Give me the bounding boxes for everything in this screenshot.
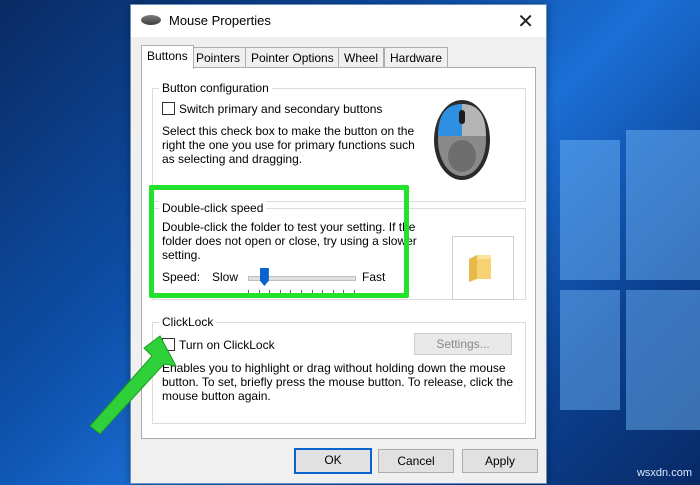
green-arrow-icon <box>89 335 177 435</box>
apply-button[interactable]: Apply <box>462 449 538 473</box>
group-title: Button configuration <box>159 81 272 95</box>
slider-tick <box>343 290 345 294</box>
desc-line: Select this check box to make the button… <box>162 124 415 138</box>
fast-label: Fast <box>362 270 386 284</box>
slider-tick <box>301 290 302 294</box>
desc-line: as selecting and dragging. <box>162 152 303 166</box>
title-bar: Mouse Properties ✕ <box>131 5 546 37</box>
desc-line: Enables you to highlight or drag without… <box>162 361 506 375</box>
tab-hardware[interactable]: Hardware <box>384 47 449 68</box>
desc-line: mouse button again. <box>162 389 271 403</box>
tab-pointers[interactable]: Pointers <box>190 47 247 68</box>
desc-line: setting. <box>162 248 201 262</box>
slider-tick <box>248 290 249 294</box>
tab-wheel[interactable]: Wheel <box>338 47 385 68</box>
double-click-speed-slider[interactable] <box>248 268 356 298</box>
close-button[interactable]: ✕ <box>517 9 534 34</box>
slow-label: Slow <box>212 270 239 284</box>
desc-line: folder does not open or close, try using… <box>162 234 417 248</box>
group-title: ClickLock <box>159 315 217 329</box>
desc-line: right the one you use for primary functi… <box>162 138 415 152</box>
tab-buttons[interactable]: Buttons <box>141 45 194 69</box>
window-title: Mouse Properties <box>169 13 271 28</box>
group-title: Double-click speed <box>159 201 267 215</box>
switch-buttons-checkbox[interactable] <box>162 102 175 115</box>
switch-buttons-label: Switch primary and secondary buttons <box>179 102 383 116</box>
slider-tick <box>290 290 292 294</box>
test-folder-area[interactable] <box>452 236 514 300</box>
tab-pointer-options[interactable]: Pointer Options <box>245 47 340 68</box>
clicklock-description: Enables you to highlight or drag without… <box>162 361 513 403</box>
desc-line: button. To set, briefly press the mouse … <box>162 375 514 389</box>
slider-tick <box>332 290 334 294</box>
slider-thumb[interactable] <box>259 268 269 286</box>
mouse-illustration-icon <box>434 100 490 180</box>
double-click-description: Double-click the folder to test your set… <box>162 220 417 262</box>
folder-icon <box>469 255 491 282</box>
slider-tick <box>311 290 313 294</box>
clicklock-label: Turn on ClickLock <box>179 338 275 352</box>
desc-line: Double-click the folder to test your set… <box>162 220 416 234</box>
slider-ticks <box>248 290 355 294</box>
cancel-button[interactable]: Cancel <box>378 449 454 473</box>
ok-button[interactable]: OK <box>294 448 372 474</box>
clicklock-settings-button[interactable]: Settings... <box>414 333 512 355</box>
slider-tick <box>269 290 271 294</box>
watermark: wsxdn.com <box>636 467 692 479</box>
slider-tick <box>354 290 355 294</box>
slider-tick <box>279 290 281 294</box>
mouse-icon <box>141 15 161 25</box>
speed-label: Speed: <box>162 270 201 284</box>
slider-tick <box>322 290 324 294</box>
slider-tick <box>258 290 260 294</box>
windows-logo-background <box>540 130 700 440</box>
button-config-description: Select this check box to make the button… <box>162 124 415 166</box>
switch-buttons-row[interactable]: Switch primary and secondary buttons <box>162 102 382 116</box>
